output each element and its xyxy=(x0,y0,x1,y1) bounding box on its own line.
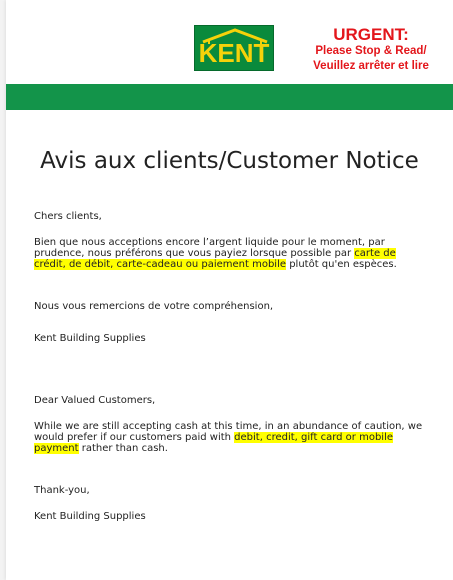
french-line-2: prudence, nous préférons que vous payiez… xyxy=(34,248,446,259)
french-line-3-text: plutôt qu'en espèces. xyxy=(286,259,397,270)
logo-text: KENT xyxy=(198,38,270,68)
french-highlight-1: carte de xyxy=(354,248,396,259)
english-greeting: Dear Valued Customers, xyxy=(34,395,156,406)
french-line-2-text: prudence, nous préférons que vous payiez… xyxy=(34,248,355,259)
french-line-1: Bien que nous acceptions encore l’argent… xyxy=(34,237,385,248)
french-greeting: Chers clients, xyxy=(34,211,102,222)
french-line-3: crédit, de débit, carte-cadeau ou paieme… xyxy=(34,259,446,270)
french-paragraph: Bien que nous acceptions encore l’argent… xyxy=(34,237,446,270)
english-line-1: While we are still accepting cash at thi… xyxy=(34,421,423,432)
page-title: Avis aux clients/Customer Notice xyxy=(40,148,419,174)
english-thanks: Thank-you, xyxy=(34,485,90,496)
urgent-banner: URGENT: Please Stop & Read/ Veuillez arr… xyxy=(291,26,451,74)
english-line-3: payment rather than cash. xyxy=(34,443,446,454)
english-line-2-text: would prefer if our customers paid with xyxy=(34,432,235,443)
english-line-2: would prefer if our customers paid with … xyxy=(34,432,446,443)
urgent-line-2: Veuillez arrêter et lire xyxy=(313,60,429,72)
kent-logo: KENT xyxy=(194,25,274,71)
french-thanks: Nous vous remercions de votre compréhens… xyxy=(34,301,274,312)
notice-page: KENT URGENT: Please Stop & Read/ Veuille… xyxy=(6,0,453,580)
urgent-line-1: Please Stop & Read/ xyxy=(315,45,427,57)
english-highlight-2: payment xyxy=(34,443,79,454)
french-signature: Kent Building Supplies xyxy=(34,333,146,344)
english-signature: Kent Building Supplies xyxy=(34,511,146,522)
english-highlight-1: debit, credit, gift card or mobile xyxy=(234,432,394,443)
urgent-title: URGENT: xyxy=(333,25,409,44)
english-paragraph: While we are still accepting cash at thi… xyxy=(34,421,446,454)
french-highlight-2: crédit, de débit, carte-cadeau ou paieme… xyxy=(34,259,287,270)
header-divider-bar xyxy=(6,84,453,110)
english-line-3-text: rather than cash. xyxy=(78,443,168,454)
